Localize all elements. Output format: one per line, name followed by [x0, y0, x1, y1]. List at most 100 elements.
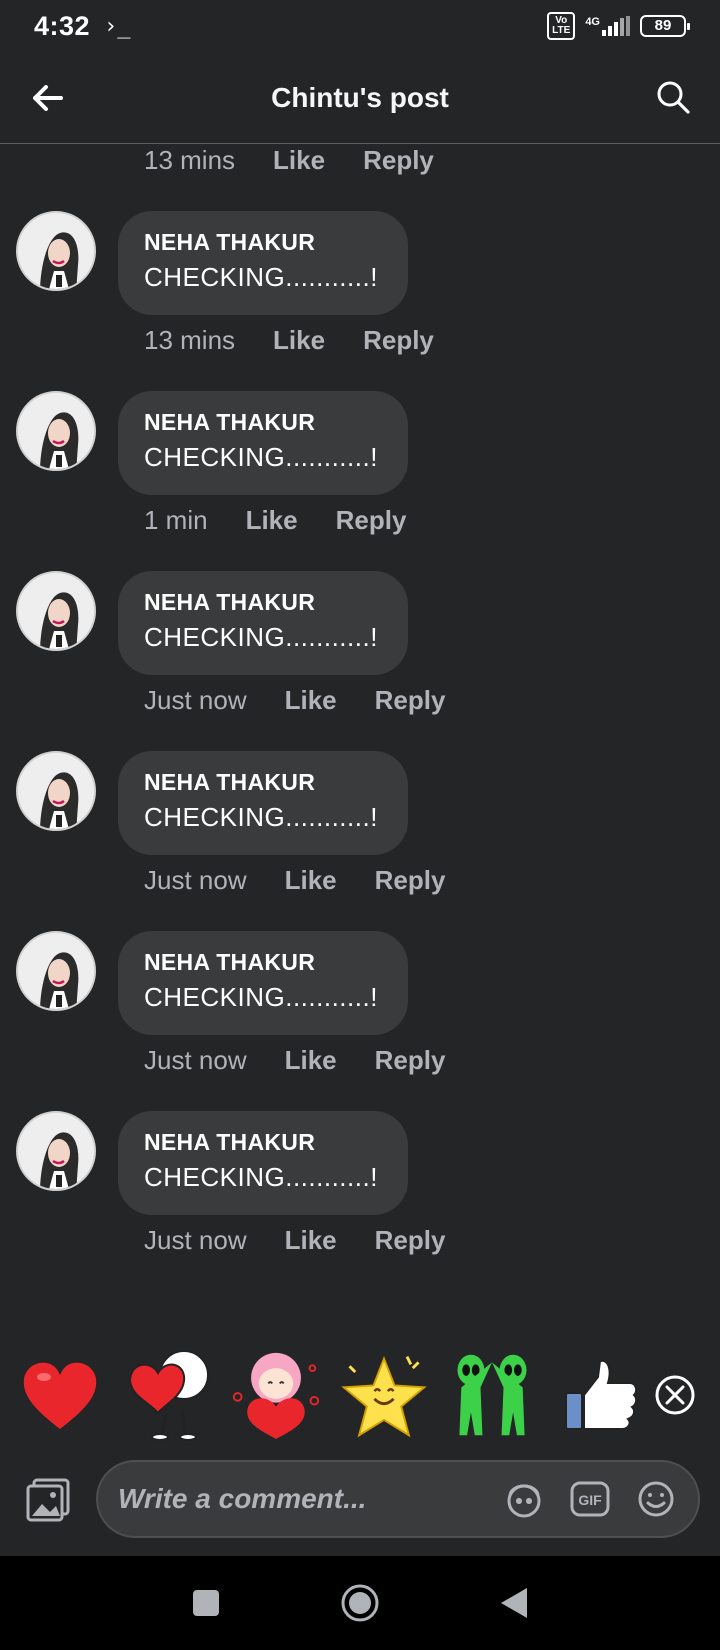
battery-icon: 89	[640, 15, 690, 37]
network-indicator: 4G	[585, 16, 630, 36]
terminal-icon: ›_	[104, 13, 131, 39]
comment-author[interactable]: NEHA THAKUR	[144, 1129, 382, 1156]
heart-sticker-icon	[23, 1362, 97, 1429]
reply-button[interactable]: Reply	[375, 1225, 446, 1256]
thumbs-up-sticker-icon	[565, 1359, 638, 1430]
hugging-heart-sticker[interactable]	[122, 1345, 214, 1445]
like-button[interactable]: Like	[285, 1045, 337, 1076]
gif-label: GIF	[578, 1492, 602, 1508]
comment-time: Just now	[144, 1225, 247, 1255]
gif-icon: GIF	[570, 1481, 610, 1517]
network-type: 4G	[585, 16, 600, 28]
comment-text: CHECKING...........!	[144, 802, 378, 832]
profile-photo-icon	[18, 753, 94, 829]
close-stickers-button[interactable]	[654, 1374, 696, 1416]
comment-text: CHECKING...........!	[144, 442, 378, 472]
avatar[interactable]	[16, 931, 96, 1011]
like-button[interactable]: Like	[246, 505, 298, 536]
comment-meta-row: 13 mins Like Reply	[144, 325, 434, 356]
search-button[interactable]	[652, 76, 694, 118]
status-indicators: Vo LTE 4G 89	[547, 12, 690, 40]
comment-author[interactable]: NEHA THAKUR	[144, 229, 382, 256]
comment-text: CHECKING...........!	[144, 622, 378, 652]
back-triangle-icon	[501, 1588, 527, 1618]
close-icon	[655, 1375, 695, 1415]
reply-button[interactable]: Reply	[363, 325, 434, 356]
comment-meta-row: 13 mins Like Reply	[144, 145, 434, 176]
comment-time: Just now	[144, 685, 247, 715]
comment-item: NEHA THAKUR CHECKING...........!	[0, 751, 720, 861]
smiling-star-sticker[interactable]	[338, 1345, 430, 1445]
avatar[interactable]	[16, 751, 96, 831]
aliens-high-five-sticker-icon	[457, 1354, 527, 1436]
comment-composer: GIF	[0, 1450, 720, 1556]
comment-meta-row: Just now Like Reply	[144, 1225, 445, 1256]
reply-button[interactable]: Reply	[336, 505, 407, 536]
gif-button[interactable]: GIF	[568, 1477, 612, 1521]
comment-author[interactable]: NEHA THAKUR	[144, 769, 382, 796]
reply-button[interactable]: Reply	[375, 865, 446, 896]
recents-button[interactable]	[184, 1581, 228, 1625]
heart-sticker[interactable]	[14, 1345, 106, 1445]
page-title: Chintu's post	[271, 81, 449, 113]
comment-bubble[interactable]: NEHA THAKUR CHECKING...........!	[118, 571, 408, 675]
comment-meta-row: Just now Like Reply	[144, 865, 445, 896]
add-photo-button[interactable]	[26, 1478, 70, 1522]
comment-bubble[interactable]: NEHA THAKUR CHECKING...........!	[118, 931, 408, 1035]
back-button[interactable]	[28, 78, 68, 118]
composer-icons: GIF	[502, 1477, 678, 1521]
comment-input-box[interactable]: GIF	[96, 1460, 700, 1538]
search-icon	[657, 81, 690, 114]
like-button[interactable]: Like	[273, 145, 325, 176]
comment-author[interactable]: NEHA THAKUR	[144, 949, 382, 976]
avatar[interactable]	[16, 211, 96, 291]
comment-meta-row: Just now Like Reply	[144, 685, 445, 716]
girl-heart-sticker-icon	[232, 1352, 320, 1440]
hugging-heart-sticker-icon	[128, 1350, 209, 1441]
like-button[interactable]: Like	[285, 685, 337, 716]
avatar-sticker-button[interactable]	[502, 1477, 546, 1521]
comment-time: Just now	[144, 865, 247, 895]
like-button[interactable]: Like	[273, 325, 325, 356]
profile-photo-icon	[18, 213, 94, 289]
like-button[interactable]: Like	[285, 865, 337, 896]
comment-bubble[interactable]: NEHA THAKUR CHECKING...........!	[118, 751, 408, 855]
comment-time: 13 mins	[144, 145, 236, 175]
comment-input[interactable]	[118, 1483, 478, 1515]
comment-text: CHECKING...........!	[144, 1162, 378, 1192]
comment-item: NEHA THAKUR CHECKING...........!	[0, 391, 720, 501]
comment-time: Just now	[144, 1045, 247, 1075]
comment-author[interactable]: NEHA THAKUR	[144, 409, 382, 436]
home-icon	[341, 1584, 379, 1622]
profile-photo-icon	[18, 393, 94, 469]
photo-icon	[26, 1478, 70, 1522]
reply-button[interactable]: Reply	[375, 1045, 446, 1076]
profile-photo-icon	[18, 933, 94, 1009]
thumbs-up-sticker[interactable]	[554, 1345, 646, 1445]
like-button[interactable]: Like	[285, 1225, 337, 1256]
back-nav-button[interactable]	[492, 1581, 536, 1625]
comment-text: CHECKING...........!	[144, 262, 378, 292]
profile-photo-icon	[18, 573, 94, 649]
reply-button[interactable]: Reply	[363, 145, 434, 176]
comment-meta-row: 1 min Like Reply	[144, 505, 406, 536]
status-bar: 4:32 ›_ Vo LTE 4G 89	[0, 0, 720, 52]
comment-text: CHECKING...........!	[144, 982, 378, 1012]
volte-icon: Vo LTE	[547, 12, 576, 40]
reply-button[interactable]: Reply	[375, 685, 446, 716]
comment-bubble[interactable]: NEHA THAKUR CHECKING...........!	[118, 1111, 408, 1215]
comment-bubble[interactable]: NEHA THAKUR CHECKING...........!	[118, 211, 408, 315]
avatar[interactable]	[16, 571, 96, 651]
comment-bubble[interactable]: NEHA THAKUR CHECKING...........!	[118, 391, 408, 495]
signal-icon	[602, 16, 630, 36]
avatar[interactable]	[16, 391, 96, 471]
emoji-button[interactable]	[634, 1477, 678, 1521]
avatar[interactable]	[16, 1111, 96, 1191]
home-button[interactable]	[338, 1581, 382, 1625]
comment-author[interactable]: NEHA THAKUR	[144, 589, 382, 616]
profile-photo-icon	[18, 1113, 94, 1189]
sticker-suggestions	[0, 1340, 720, 1450]
comment-item: NEHA THAKUR CHECKING...........!	[0, 211, 720, 321]
aliens-high-five-sticker[interactable]	[446, 1345, 538, 1445]
girl-heart-sticker[interactable]	[230, 1345, 322, 1445]
